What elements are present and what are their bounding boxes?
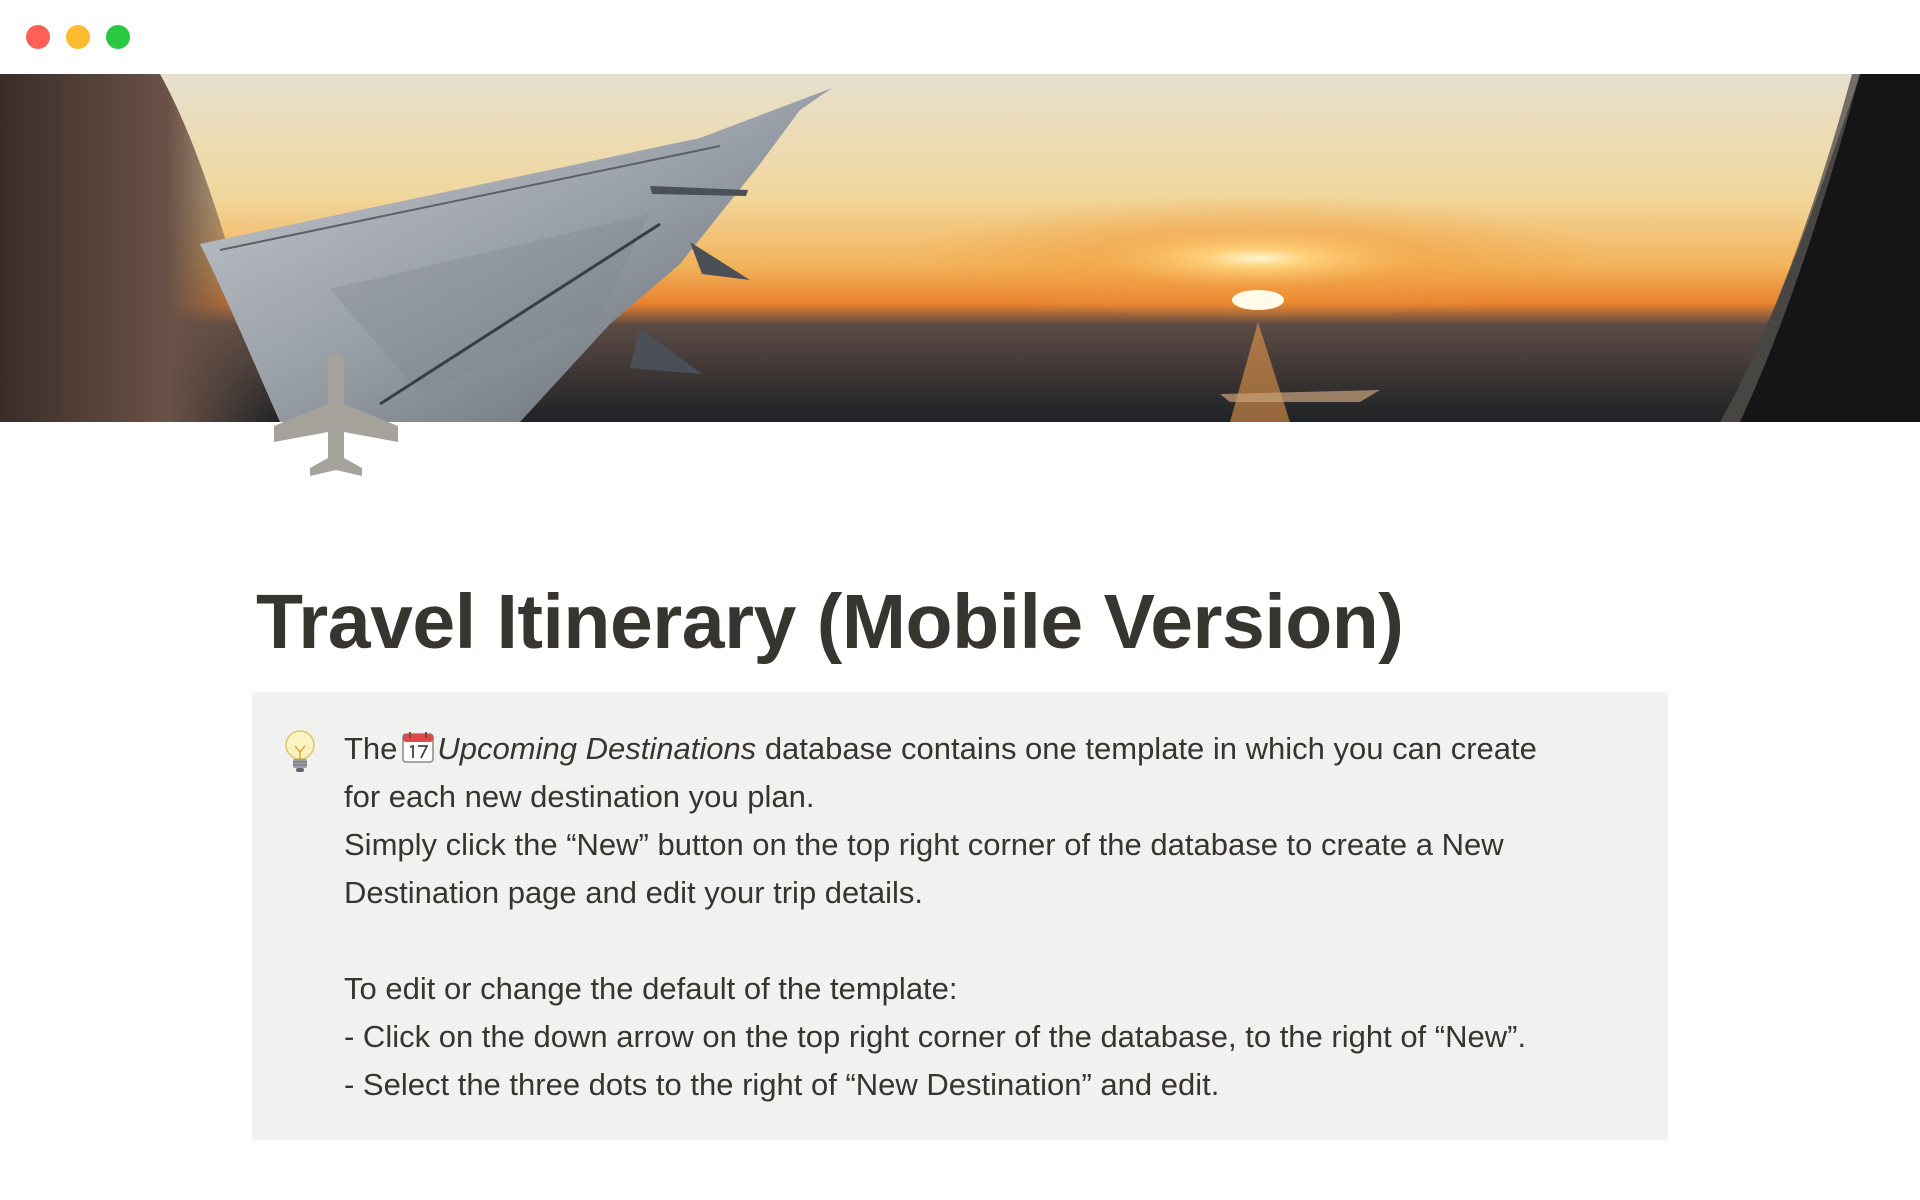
callout-line-6: - Click on the down arrow on the top rig… (344, 1019, 1527, 1054)
callout-line-5: To edit or change the default of the tem… (344, 971, 958, 1006)
airplane-icon (274, 354, 398, 476)
callout-line-3: Simply click the “New” button on the top… (344, 827, 1504, 862)
window-titlebar (0, 0, 1920, 74)
database-link-upcoming-destinations[interactable]: Upcoming Destinations (437, 731, 756, 766)
callout-text-prefix: The (344, 731, 398, 766)
callout-line-4: Destination page and edit your trip deta… (344, 875, 924, 910)
callout-line-7: - Select the three dots to the right of … (344, 1067, 1220, 1102)
callout-line-2: for each new destination you plan. (344, 779, 815, 814)
lightbulb-icon[interactable] (282, 728, 318, 774)
callout-text: The Upcoming Destinations database conta… (344, 725, 1644, 1109)
calendar-icon (401, 730, 435, 764)
callout-line-1: The Upcoming Destinations database conta… (344, 725, 1644, 773)
window-minimize-button[interactable] (66, 25, 90, 49)
callout-text-suffix: database contains one template in which … (764, 731, 1537, 766)
callout-block[interactable]: The Upcoming Destinations database conta… (252, 692, 1668, 1140)
page-icon[interactable] (270, 344, 402, 476)
window-close-button[interactable] (26, 25, 50, 49)
page-title[interactable]: Travel Itinerary (Mobile Version) (256, 576, 1656, 668)
callout-blank-line (344, 917, 1644, 965)
window-zoom-button[interactable] (106, 25, 130, 49)
